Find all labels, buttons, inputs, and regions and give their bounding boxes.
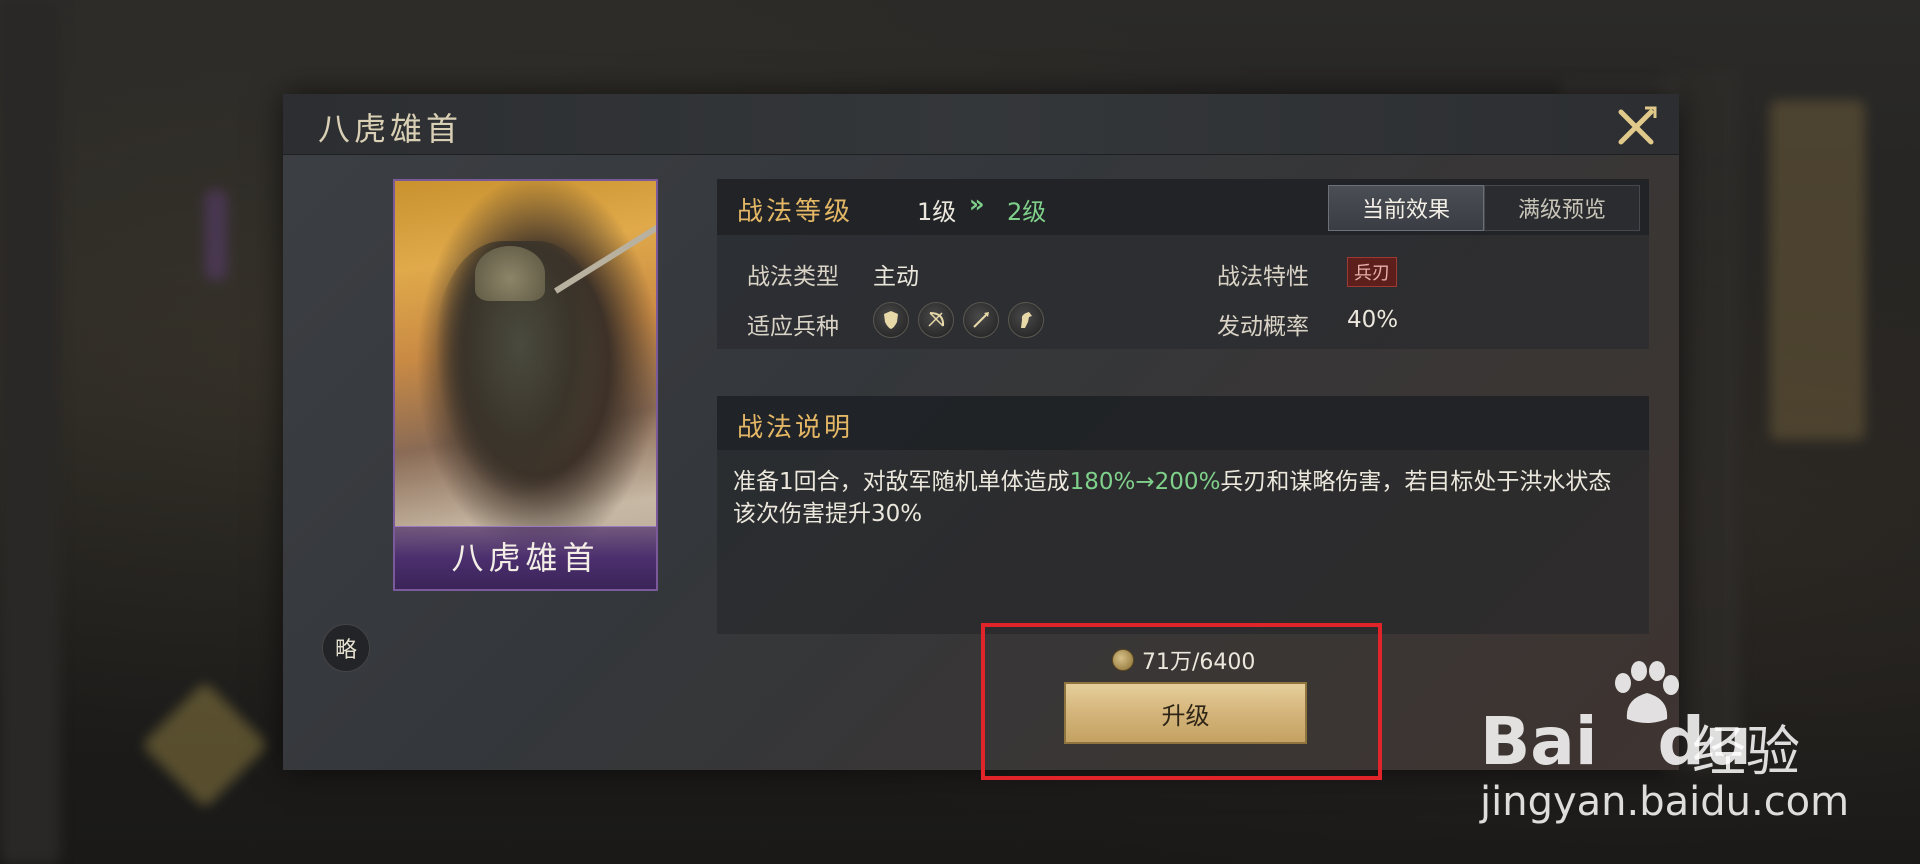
skill-description-panel: 战法说明 准备1回合，对敌军随机单体造成180%→200%兵刃和谋略伤害，若目标… xyxy=(717,396,1649,634)
bow-icon xyxy=(918,302,954,338)
spear-icon xyxy=(963,302,999,338)
description-damage-highlight: 180%→200% xyxy=(1069,469,1221,495)
description-title: 战法说明 xyxy=(737,413,854,443)
description-header: 战法说明 xyxy=(717,396,1649,450)
trigger-chance-label: 发动概率 xyxy=(1217,314,1309,340)
tab-current-effect[interactable]: 当前效果 xyxy=(1328,185,1484,231)
annotation-highlight-box xyxy=(981,623,1382,780)
title-bar: 八虎雄首 xyxy=(283,94,1679,155)
level-current: 1级 xyxy=(917,198,957,226)
level-header: 战法等级 1级 » 2级 当前效果 满级预览 xyxy=(717,179,1649,235)
background-right-panel xyxy=(1770,100,1865,440)
background-purple-item xyxy=(205,190,227,280)
card-name: 八虎雄首 xyxy=(451,539,600,577)
description-text: 准备1回合，对敌军随机单体造成180%→200%兵刃和谋略伤害，若目标处于洪水状… xyxy=(733,466,1633,530)
tab-max-preview[interactable]: 满级预览 xyxy=(1484,185,1640,231)
skill-card: 八虎雄首 xyxy=(393,179,658,591)
close-icon xyxy=(1618,106,1657,145)
background-gold-emblem xyxy=(141,681,269,809)
card-helmet xyxy=(475,246,545,301)
close-button[interactable] xyxy=(1615,104,1659,148)
level-label: 战法等级 xyxy=(737,197,854,227)
troops-label: 适应兵种 xyxy=(747,314,839,340)
background-left-strip xyxy=(0,0,60,864)
watermark-url: jingyan.baidu.com xyxy=(1480,779,1850,825)
horse-icon xyxy=(1008,302,1044,338)
skill-type-value: 主动 xyxy=(873,264,919,290)
skill-trait-tag: 兵刃 xyxy=(1347,257,1397,287)
description-text-pre: 准备1回合，对敌军随机单体造成 xyxy=(733,469,1070,495)
strategy-badge: 略 xyxy=(322,624,370,672)
level-arrow-icon: » xyxy=(969,190,985,218)
skill-info-panel: 战法等级 1级 » 2级 当前效果 满级预览 战法类型 主动 战法特性 兵刃 适… xyxy=(717,179,1649,349)
skill-type-label: 战法类型 xyxy=(747,264,839,290)
dialog-title: 八虎雄首 xyxy=(318,110,463,148)
watermark-chinese: 经验 xyxy=(1692,720,1800,783)
trigger-chance-value: 40% xyxy=(1347,307,1399,333)
shield-icon xyxy=(873,302,909,338)
level-next: 2级 xyxy=(1007,198,1047,226)
skill-trait-label: 战法特性 xyxy=(1217,264,1309,290)
